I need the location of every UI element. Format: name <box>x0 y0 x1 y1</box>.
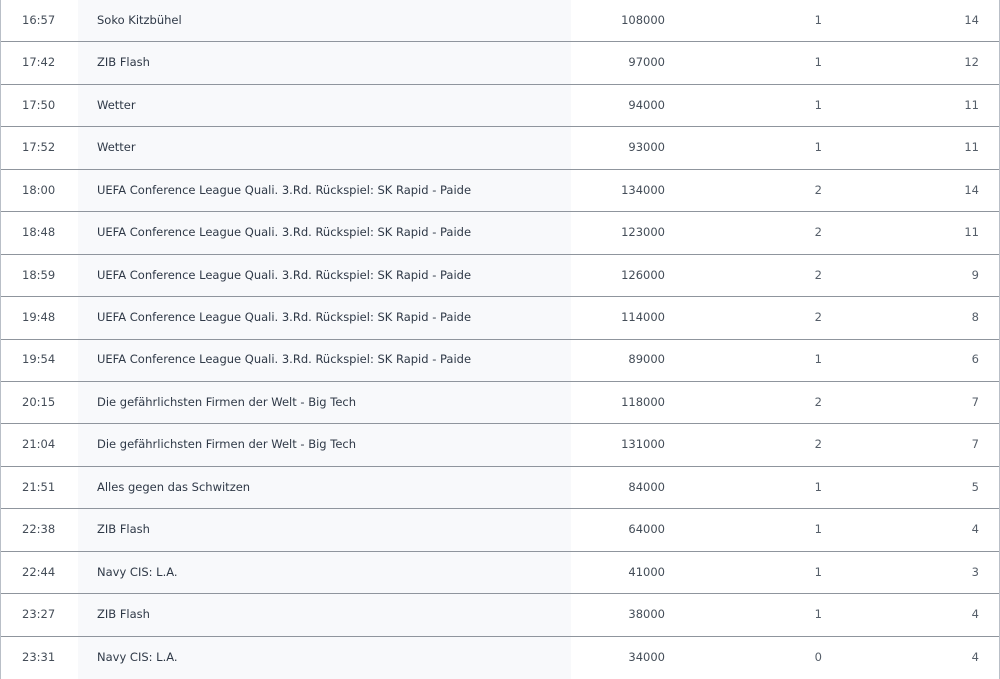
table-row: 17:52 Wetter 93000 1 11 <box>1 127 999 170</box>
program-title-cell: UEFA Conference League Quali. 3.Rd. Rück… <box>78 339 571 381</box>
rank-cell: 3 <box>971 564 979 579</box>
rank-cell: 11 <box>964 140 979 155</box>
viewers-cell: 126000 <box>621 267 665 282</box>
rank-cell: 12 <box>964 55 979 70</box>
share-cell: 2 <box>814 225 822 240</box>
table-row: 23:27 ZIB Flash 38000 1 4 <box>1 594 999 637</box>
share-cell: 2 <box>814 310 822 325</box>
viewers-cell: 131000 <box>621 437 665 452</box>
time-cell: 19:48 <box>22 310 56 325</box>
time-cell: 23:27 <box>22 607 56 622</box>
viewers-cell: 38000 <box>628 607 665 622</box>
share-cell: 1 <box>814 55 822 70</box>
time-cell: 18:48 <box>22 225 56 240</box>
share-cell: 1 <box>814 97 822 112</box>
table-row: 19:54 UEFA Conference League Quali. 3.Rd… <box>1 339 999 382</box>
program-title-cell: Wetter <box>78 127 571 169</box>
viewers-cell: 108000 <box>621 12 665 27</box>
time-cell: 18:59 <box>22 267 56 282</box>
viewers-cell: 94000 <box>628 97 665 112</box>
time-cell: 17:52 <box>22 140 56 155</box>
share-cell: 2 <box>814 394 822 409</box>
table-row: 22:38 ZIB Flash 64000 1 4 <box>1 509 999 552</box>
viewers-cell: 89000 <box>628 352 665 367</box>
time-cell: 23:31 <box>22 650 56 665</box>
rank-cell: 8 <box>971 310 979 325</box>
program-table: 16:57 Soko Kitzbühel 108000 1 14 17:42 Z… <box>0 0 1000 679</box>
program-title-cell: ZIB Flash <box>78 594 571 636</box>
time-cell: 22:38 <box>22 522 56 537</box>
time-cell: 19:54 <box>22 352 56 367</box>
program-title-cell: UEFA Conference League Quali. 3.Rd. Rück… <box>78 297 571 339</box>
rank-cell: 14 <box>964 182 979 197</box>
table-row: 16:57 Soko Kitzbühel 108000 1 14 <box>1 0 999 43</box>
program-title-cell: Navy CIS: L.A. <box>78 636 571 679</box>
program-title-cell: Die gefährlichsten Firmen der Welt - Big… <box>78 381 571 424</box>
share-cell: 2 <box>814 437 822 452</box>
rank-cell: 4 <box>971 607 979 622</box>
rank-cell: 6 <box>971 352 979 367</box>
share-cell: 1 <box>814 564 822 579</box>
viewers-cell: 118000 <box>621 394 665 409</box>
viewers-cell: 97000 <box>628 55 665 70</box>
share-cell: 1 <box>814 140 822 155</box>
share-cell: 0 <box>814 650 822 665</box>
program-title-cell: UEFA Conference League Quali. 3.Rd. Rück… <box>78 169 571 212</box>
time-cell: 21:51 <box>22 479 56 494</box>
share-cell: 1 <box>814 352 822 367</box>
rank-cell: 4 <box>971 522 979 537</box>
program-title-cell: Soko Kitzbühel <box>78 0 571 42</box>
share-cell: 1 <box>814 479 822 494</box>
table-row: 18:00 UEFA Conference League Quali. 3.Rd… <box>1 169 999 213</box>
share-cell: 2 <box>814 267 822 282</box>
table-row: 21:51 Alles gegen das Schwitzen 84000 1 … <box>1 466 999 510</box>
rank-cell: 14 <box>964 12 979 27</box>
rank-cell: 11 <box>964 225 979 240</box>
program-title-cell: Navy CIS: L.A. <box>78 551 571 594</box>
rank-cell: 7 <box>971 437 979 452</box>
time-cell: 18:00 <box>22 182 56 197</box>
time-cell: 16:57 <box>22 12 56 27</box>
program-title-cell: Alles gegen das Schwitzen <box>78 466 571 509</box>
viewers-cell: 64000 <box>628 522 665 537</box>
time-cell: 20:15 <box>22 394 56 409</box>
program-title-cell: Wetter <box>78 84 571 127</box>
viewers-cell: 123000 <box>621 225 665 240</box>
table-row: 20:15 Die gefährlichsten Firmen der Welt… <box>1 381 999 425</box>
time-cell: 21:04 <box>22 437 56 452</box>
rank-cell: 9 <box>971 267 979 282</box>
share-cell: 2 <box>814 182 822 197</box>
program-title-cell: UEFA Conference League Quali. 3.Rd. Rück… <box>78 254 571 297</box>
viewers-cell: 134000 <box>621 182 665 197</box>
viewers-cell: 84000 <box>628 479 665 494</box>
rank-cell: 7 <box>971 394 979 409</box>
time-cell: 17:42 <box>22 55 56 70</box>
time-cell: 22:44 <box>22 564 56 579</box>
time-cell: 17:50 <box>22 97 56 112</box>
table-row: 19:48 UEFA Conference League Quali. 3.Rd… <box>1 297 999 340</box>
table-row: 22:44 Navy CIS: L.A. 41000 1 3 <box>1 551 999 595</box>
viewers-cell: 41000 <box>628 564 665 579</box>
share-cell: 1 <box>814 522 822 537</box>
table-row: 21:04 Die gefährlichsten Firmen der Welt… <box>1 424 999 467</box>
table-row: 17:42 ZIB Flash 97000 1 12 <box>1 42 999 85</box>
viewers-cell: 34000 <box>628 650 665 665</box>
share-cell: 1 <box>814 607 822 622</box>
program-title-cell: ZIB Flash <box>78 42 571 84</box>
table-row: 18:59 UEFA Conference League Quali. 3.Rd… <box>1 254 999 298</box>
share-cell: 1 <box>814 12 822 27</box>
rank-cell: 5 <box>971 479 979 494</box>
rank-cell: 11 <box>964 97 979 112</box>
rank-cell: 4 <box>971 650 979 665</box>
table-row: 23:31 Navy CIS: L.A. 34000 0 4 <box>1 636 999 679</box>
program-title-cell: Die gefährlichsten Firmen der Welt - Big… <box>78 424 571 466</box>
table-row: 18:48 UEFA Conference League Quali. 3.Rd… <box>1 212 999 255</box>
table-row: 17:50 Wetter 94000 1 11 <box>1 84 999 128</box>
viewers-cell: 93000 <box>628 140 665 155</box>
viewers-cell: 114000 <box>621 310 665 325</box>
program-title-cell: ZIB Flash <box>78 509 571 551</box>
program-title-cell: UEFA Conference League Quali. 3.Rd. Rück… <box>78 212 571 254</box>
